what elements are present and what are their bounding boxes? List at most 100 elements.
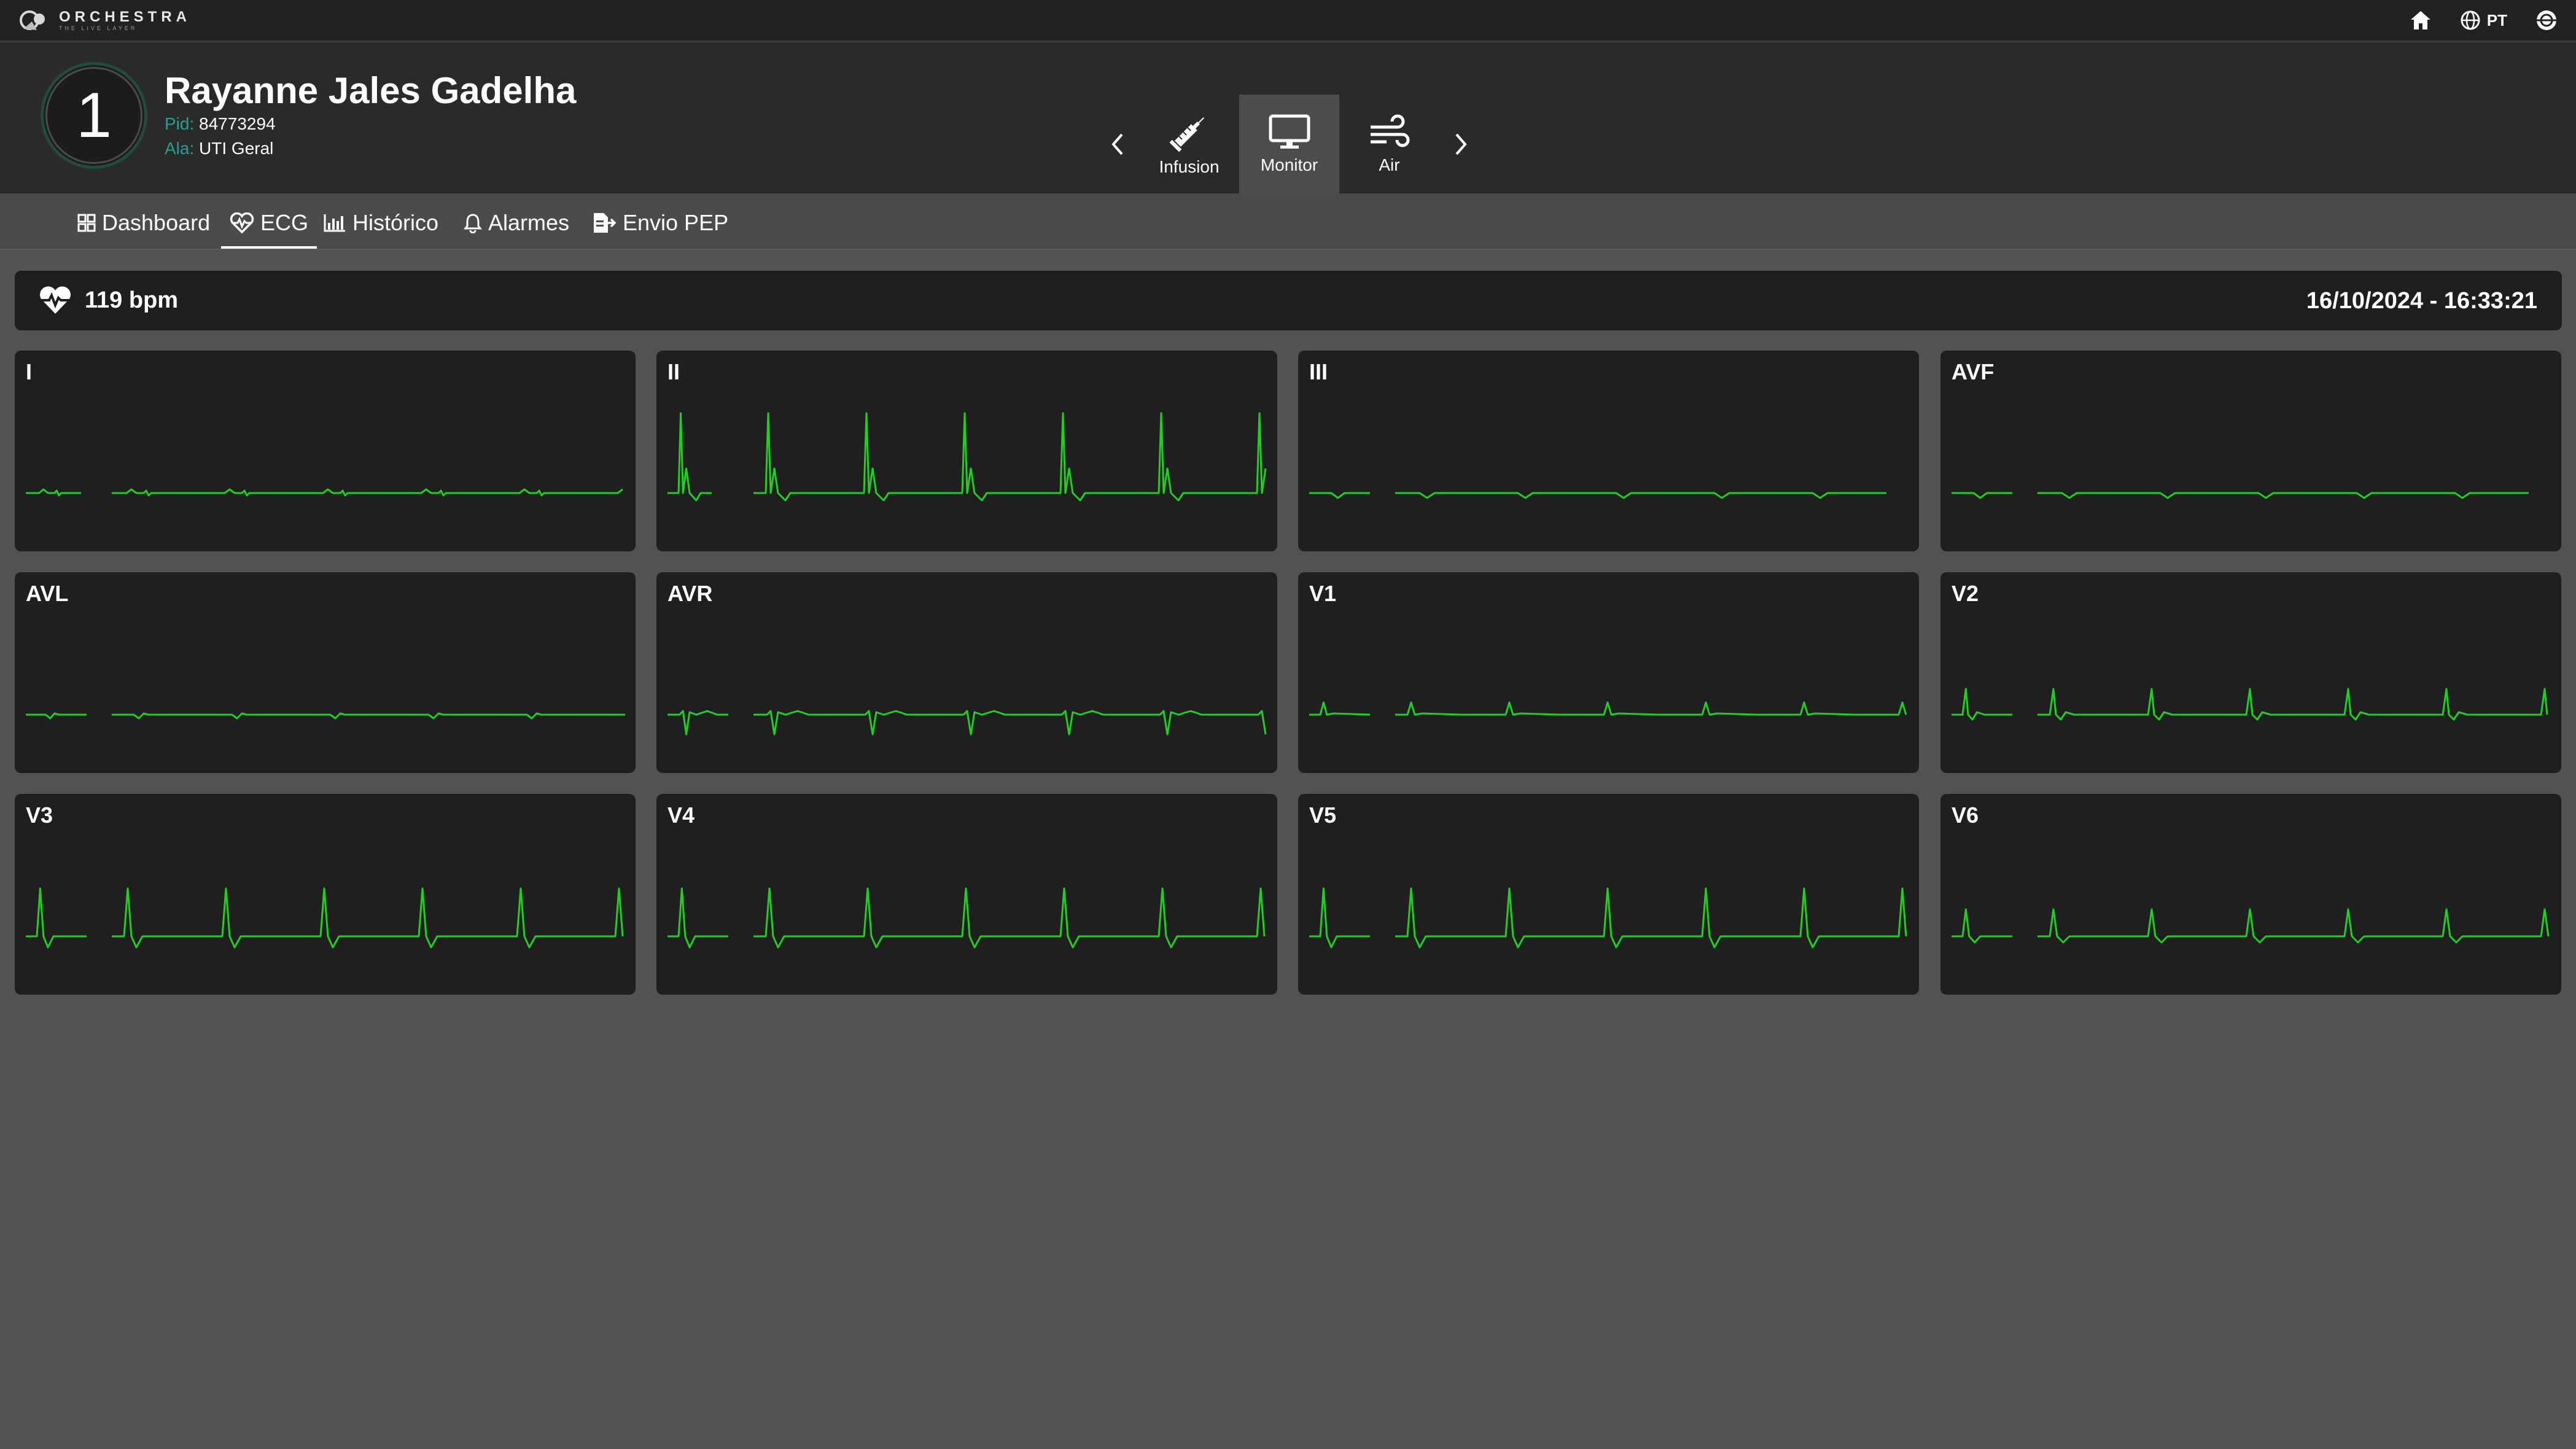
ecg-lead-label: V2 xyxy=(1951,581,1979,606)
previous-device-button[interactable] xyxy=(1096,95,1139,194)
device-label: Air xyxy=(1379,155,1400,174)
ecg-waveform xyxy=(667,887,1266,949)
next-device-button[interactable] xyxy=(1439,95,1482,194)
heart-pulse-icon xyxy=(40,286,71,314)
pid-label: Pid: xyxy=(165,114,195,133)
tab-alarmes[interactable]: Alarmes xyxy=(464,206,569,240)
home-icon[interactable] xyxy=(2410,10,2432,31)
heart-rate: 119 bpm xyxy=(38,286,178,315)
patient-ala: Ala: UTI Geral xyxy=(165,136,576,161)
ecg-lead-label: AVR xyxy=(667,581,713,606)
ecg-trace-canvas xyxy=(1951,492,2529,499)
ecg-waveform xyxy=(1951,908,2550,944)
ecg-trace-canvas xyxy=(26,887,624,949)
chevron-right-icon xyxy=(1455,133,1467,155)
brand-name: ORCHESTRA xyxy=(59,9,192,25)
brand-logo[interactable]: ORCHESTRA THE LIVE LAYER xyxy=(18,6,191,34)
ecg-lead-panel[interactable]: AVR xyxy=(656,572,1277,773)
ecg-trace-canvas xyxy=(1309,887,1907,949)
ecg-waveform xyxy=(1309,887,1907,949)
ecg-trace-canvas xyxy=(26,712,625,720)
ecg-waveform xyxy=(1309,701,1907,716)
bed-number-badge: 1 xyxy=(41,62,147,169)
dashboard-grid-icon xyxy=(77,214,96,232)
ecg-lead-label: AVL xyxy=(26,581,69,606)
ecg-waveform xyxy=(26,712,625,720)
syringe-icon xyxy=(1169,117,1204,152)
ecg-lead-panel[interactable]: V2 xyxy=(1940,572,2561,773)
ecg-lead-label: V1 xyxy=(1309,581,1337,606)
device-monitor[interactable]: Monitor xyxy=(1239,95,1339,194)
tab-ecg[interactable]: ECG xyxy=(220,206,317,249)
ecg-waveform xyxy=(26,488,623,497)
patient-info: Rayanne Jales Gadelha Pid: 84773294 Ala:… xyxy=(165,70,576,161)
file-export-icon xyxy=(594,213,617,233)
ecg-lead-panel[interactable]: II xyxy=(656,351,1277,551)
ecg-trace-canvas xyxy=(1309,701,1907,716)
tab-label: Envio PEP xyxy=(623,210,729,235)
ecg-lead-label: V3 xyxy=(26,802,53,828)
bar-chart-icon xyxy=(324,214,345,232)
language-selector[interactable]: PT xyxy=(2460,10,2507,31)
globe-icon xyxy=(2461,10,2480,30)
patient-name: Rayanne Jales Gadelha xyxy=(165,70,577,111)
ecg-lead-panel[interactable]: III xyxy=(1298,351,1919,551)
ecg-lead-panel[interactable]: I xyxy=(15,351,636,551)
ecg-trace-canvas xyxy=(1951,688,2548,721)
language-code: PT xyxy=(2486,10,2507,29)
ala-value: UTI Geral xyxy=(199,139,274,158)
ecg-lead-label: II xyxy=(667,359,680,384)
ecg-trace-canvas xyxy=(26,488,623,497)
device-air[interactable]: Air xyxy=(1339,95,1439,194)
heart-pulse-icon xyxy=(230,212,254,233)
ecg-lead-label: V5 xyxy=(1309,802,1337,828)
device-label: Infusion xyxy=(1159,157,1220,176)
ecg-lead-panel[interactable]: V1 xyxy=(1298,572,1919,773)
device-label: Monitor xyxy=(1260,155,1318,174)
ecg-trace-canvas xyxy=(667,710,1267,736)
monitor-icon xyxy=(1269,114,1310,149)
ecg-lead-label: V4 xyxy=(667,802,695,828)
ecg-trace-canvas xyxy=(667,887,1266,949)
ecg-waveform xyxy=(1309,492,1886,499)
ecg-lead-label: V6 xyxy=(1951,802,1979,828)
device-infusion[interactable]: Infusion xyxy=(1139,95,1239,194)
tab-dashboard[interactable]: Dashboard xyxy=(77,206,210,240)
heart-rate-bar: 119 bpm 16/10/2024 - 16:33:21 xyxy=(15,271,2562,330)
ecg-lead-panel[interactable]: V4 xyxy=(656,794,1277,995)
ecg-waveform xyxy=(667,710,1267,736)
user-globe-icon[interactable] xyxy=(2535,9,2558,31)
ecg-trace-canvas xyxy=(1951,908,2550,944)
orchestra-logo-icon xyxy=(20,10,45,30)
ecg-waveform xyxy=(26,887,624,949)
tab-label: Histórico xyxy=(352,210,439,235)
ala-label: Ala: xyxy=(165,139,195,158)
ecg-lead-label: I xyxy=(26,359,33,384)
tab-label: Alarmes xyxy=(488,210,570,235)
ecg-lead-label: III xyxy=(1309,359,1328,384)
tab-historico[interactable]: Histórico xyxy=(323,206,438,240)
ecg-waveform xyxy=(1951,492,2529,499)
ecg-lead-panel[interactable]: AVF xyxy=(1940,351,2561,551)
ecg-lead-panel[interactable]: V3 xyxy=(15,794,636,995)
patient-pid: Pid: 84773294 xyxy=(165,112,576,136)
top-bar: ORCHESTRA THE LIVE LAYER PT xyxy=(0,0,2576,42)
bell-icon xyxy=(464,214,482,233)
tab-envio-pep[interactable]: Envio PEP xyxy=(592,206,728,240)
brand-tagline: THE LIVE LAYER xyxy=(59,25,138,31)
bed-number: 1 xyxy=(45,67,142,164)
device-switcher: Infusion Monitor Air xyxy=(1096,95,1482,194)
tab-label: Dashboard xyxy=(102,210,211,235)
ecg-timestamp: 16/10/2024 - 16:33:21 xyxy=(2306,288,2537,314)
chevron-left-icon xyxy=(1111,133,1123,155)
pid-value: 84773294 xyxy=(199,114,276,133)
ecg-lead-panel[interactable]: AVL xyxy=(15,572,636,773)
patient-header: 1 Rayanne Jales Gadelha Pid: 84773294 Al… xyxy=(0,42,2576,194)
ecg-lead-panel[interactable]: V5 xyxy=(1298,794,1919,995)
ecg-trace-canvas xyxy=(1309,492,1886,499)
heart-rate-value: 119 bpm xyxy=(85,287,179,313)
ecg-lead-panel[interactable]: V6 xyxy=(1940,794,2561,995)
ecg-waveform xyxy=(667,412,1267,502)
ecg-waveform xyxy=(1951,688,2548,721)
tab-label: ECG xyxy=(260,210,309,235)
